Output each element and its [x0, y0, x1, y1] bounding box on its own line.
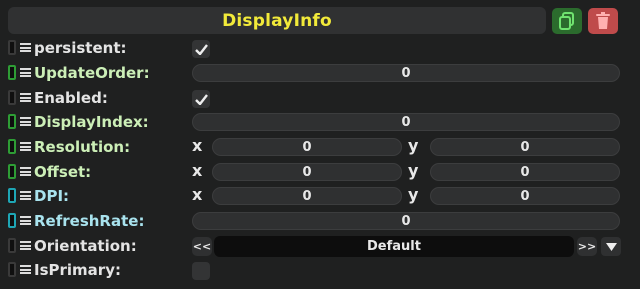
field-label: UpdateOrder: [34, 64, 150, 82]
hamburger-icon[interactable] [20, 140, 31, 153]
resolution-x-input[interactable]: 0 [212, 138, 402, 156]
persistent-checkbox[interactable] [192, 40, 210, 58]
component-title: DisplayInfo [222, 10, 332, 31]
hamburger-icon[interactable] [20, 189, 31, 202]
update-order-input[interactable]: 0 [192, 64, 620, 82]
y-axis-label: y [408, 185, 419, 204]
field-label: Enabled: [34, 89, 108, 107]
hamburger-icon[interactable] [20, 214, 31, 227]
pin-icon[interactable] [8, 114, 16, 129]
orientation-next-button[interactable]: >> [577, 237, 597, 256]
y-axis-label: y [408, 136, 419, 155]
x-axis-label: x [192, 161, 203, 180]
x-axis-label: x [192, 185, 203, 204]
is-primary-checkbox[interactable] [192, 262, 210, 280]
x-axis-label: x [192, 136, 203, 155]
copy-icon [559, 12, 574, 30]
delete-component-button[interactable] [588, 8, 618, 34]
check-icon [194, 43, 208, 55]
dpi-y-input[interactable]: 0 [430, 187, 620, 205]
pin-icon[interactable] [8, 262, 16, 277]
field-is-primary: IsPrimary: [0, 258, 640, 282]
pin-icon[interactable] [8, 40, 16, 55]
pin-icon[interactable] [8, 164, 16, 179]
hamburger-icon[interactable] [20, 91, 31, 104]
hamburger-icon[interactable] [20, 66, 31, 79]
field-label: Resolution: [34, 138, 131, 156]
field-dpi: DPI: x 0 y 0 [0, 184, 640, 208]
check-icon [194, 93, 208, 105]
field-label: IsPrimary: [34, 261, 121, 279]
pin-icon[interactable] [8, 188, 16, 203]
field-label: DPI: [34, 187, 70, 205]
orientation-prev-button[interactable]: << [192, 237, 212, 256]
field-persistent: persistent: [0, 36, 640, 60]
hamburger-icon[interactable] [20, 41, 31, 54]
hamburger-icon[interactable] [20, 263, 31, 276]
resolution-y-input[interactable]: 0 [430, 138, 620, 156]
offset-y-input[interactable]: 0 [430, 163, 620, 181]
display-index-input[interactable]: 0 [192, 113, 620, 131]
field-resolution: Resolution: x 0 y 0 [0, 135, 640, 159]
field-offset: Offset: x 0 y 0 [0, 160, 640, 184]
component-header: DisplayInfo [8, 7, 546, 34]
dpi-x-input[interactable]: 0 [212, 187, 402, 205]
pin-icon[interactable] [8, 213, 16, 228]
field-display-index: DisplayIndex: 0 [0, 110, 640, 134]
hamburger-icon[interactable] [20, 115, 31, 128]
offset-x-input[interactable]: 0 [212, 163, 402, 181]
field-label: DisplayIndex: [34, 113, 149, 131]
trash-icon [596, 12, 610, 29]
y-axis-label: y [408, 161, 419, 180]
pin-icon[interactable] [8, 90, 16, 105]
copy-component-button[interactable] [552, 8, 582, 34]
field-label: persistent: [34, 39, 127, 57]
field-update-order: UpdateOrder: 0 [0, 61, 640, 85]
hamburger-icon[interactable] [20, 239, 31, 252]
orientation-value: Default [214, 236, 574, 257]
chevron-down-icon [605, 242, 617, 251]
field-label: RefreshRate: [34, 212, 145, 230]
refresh-rate-input[interactable]: 0 [192, 212, 620, 230]
field-label: Orientation: [34, 237, 137, 255]
hamburger-icon[interactable] [20, 165, 31, 178]
field-enabled: Enabled: [0, 86, 640, 110]
field-label: Offset: [34, 163, 92, 181]
pin-icon[interactable] [8, 139, 16, 154]
enabled-checkbox[interactable] [192, 90, 210, 108]
field-orientation: Orientation: << Default >> [0, 234, 640, 258]
orientation-dropdown-button[interactable] [601, 237, 621, 256]
pin-icon[interactable] [8, 65, 16, 80]
field-refresh-rate: RefreshRate: 0 [0, 209, 640, 233]
pin-icon[interactable] [8, 238, 16, 253]
